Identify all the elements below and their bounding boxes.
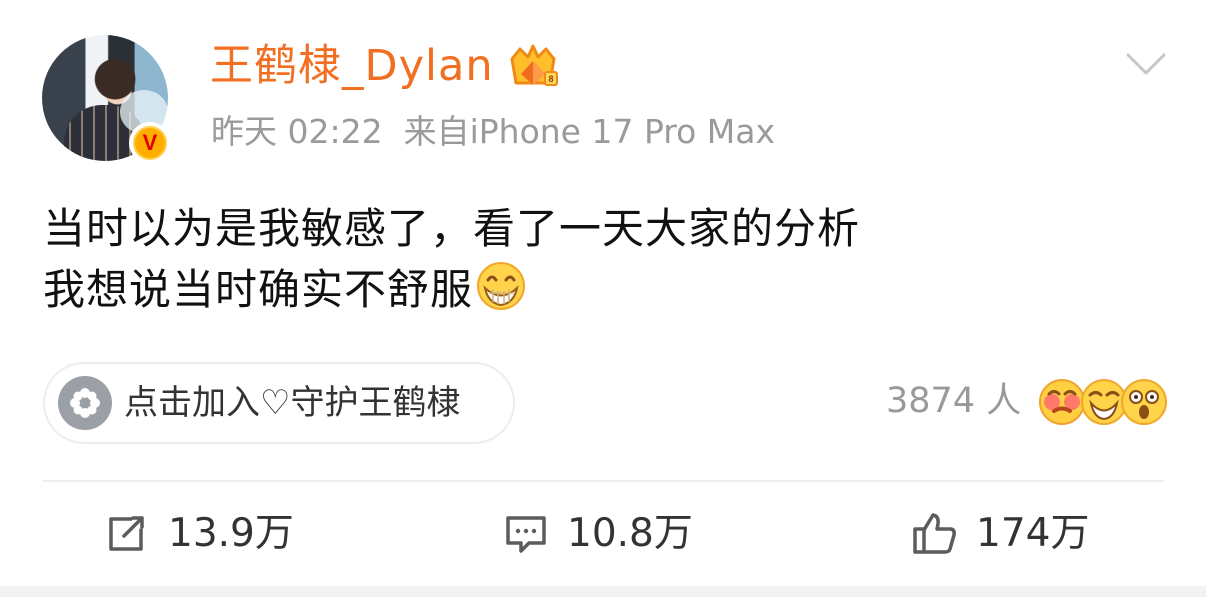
username[interactable]: 王鹤棣_Dylan bbox=[210, 44, 494, 88]
crown-icon: 8 bbox=[510, 44, 558, 86]
thumbs-up-icon bbox=[913, 513, 956, 554]
like-count: 174万 bbox=[976, 510, 1090, 556]
repost-icon bbox=[109, 516, 144, 551]
divider bbox=[43, 480, 1164, 482]
svg-text:8: 8 bbox=[548, 74, 553, 84]
post-text-line-2: 我想说当时确实不舒服 bbox=[43, 259, 1143, 320]
join-guard-label: 点击加入♡守护王鹤棣 bbox=[124, 383, 461, 423]
weibo-post-card: V 王鹤棣_Dylan 8 昨天 02:22 来自iPhone 17 Pro Ma… bbox=[0, 0, 1206, 597]
bottom-separator bbox=[0, 586, 1206, 597]
surprised-emoji-icon bbox=[1121, 379, 1167, 425]
post-source[interactable]: 来自iPhone 17 Pro Max bbox=[404, 112, 775, 151]
post-text-line-2-text: 我想说当时确实不舒服 bbox=[43, 265, 474, 314]
comment-count: 10.8万 bbox=[567, 510, 693, 556]
join-guard-button[interactable]: 点击加入♡守护王鹤棣 bbox=[43, 362, 515, 444]
reaction-emojis bbox=[1037, 377, 1167, 429]
verified-badge-icon: V bbox=[129, 122, 171, 164]
comment-icon bbox=[506, 516, 546, 553]
author-row: 王鹤棣_Dylan 8 bbox=[210, 44, 562, 88]
flower-icon bbox=[58, 376, 112, 430]
like-button[interactable]: 174万 bbox=[910, 508, 1089, 558]
post-text-line-1: 当时以为是我敏感了，看了一天大家的分析 bbox=[43, 204, 861, 253]
post-meta: 昨天 02:22 来自iPhone 17 Pro Max bbox=[211, 115, 775, 148]
chevron-down-icon[interactable] bbox=[1125, 50, 1167, 78]
repost-count: 13.9万 bbox=[168, 510, 294, 556]
post-text: 当时以为是我敏感了，看了一天大家的分析 我想说当时确实不舒服 bbox=[43, 198, 1143, 320]
comment-button[interactable]: 10.8万 bbox=[503, 508, 693, 558]
repost-button[interactable]: 13.9万 bbox=[104, 508, 294, 558]
grin-emoji-icon bbox=[477, 262, 526, 310]
post-time: 昨天 02:22 bbox=[211, 112, 383, 151]
joined-people-count: 3874 人 bbox=[886, 381, 1022, 421]
